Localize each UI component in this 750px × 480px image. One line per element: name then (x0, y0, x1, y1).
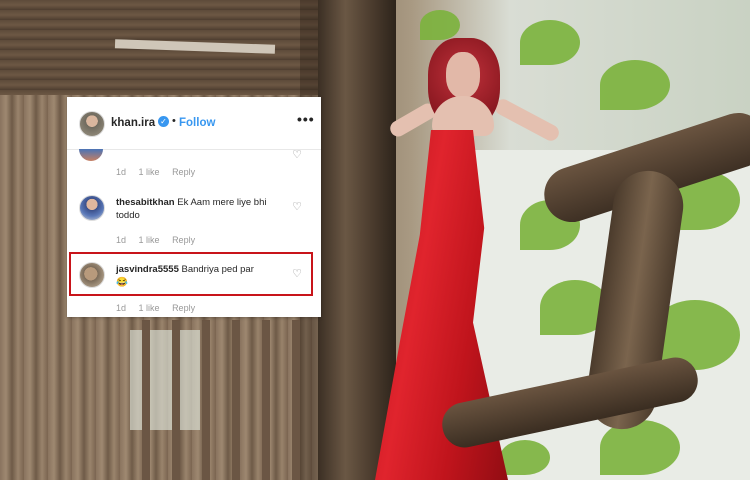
hut-railing (120, 320, 320, 480)
leaf (600, 420, 680, 475)
comment-time: 1d (116, 235, 127, 245)
comment-meta: 1d 1 like Reply (116, 303, 205, 313)
heart-icon[interactable]: ♡ (291, 268, 303, 280)
laughing-emoji: 😂 (116, 277, 128, 288)
comment-text: Bandriya ped par (181, 264, 254, 275)
comment-likes[interactable]: 1 like (139, 167, 160, 177)
reply-button[interactable]: Reply (172, 303, 195, 313)
comment-likes[interactable]: 1 like (139, 235, 160, 245)
reply-button[interactable]: Reply (172, 235, 195, 245)
comment-likes[interactable]: 1 like (139, 303, 160, 313)
follow-button[interactable]: Follow (179, 117, 215, 129)
woman-arm (492, 96, 562, 144)
heart-icon[interactable]: ♡ (291, 201, 303, 213)
leaf (520, 20, 580, 65)
more-options-icon[interactable]: ••• (297, 111, 315, 127)
leaf (600, 60, 670, 110)
heart-icon[interactable]: ♡ (291, 149, 303, 161)
reply-button[interactable]: Reply (172, 167, 195, 177)
comment-username[interactable]: jasvindra5555 (116, 264, 179, 275)
avatar[interactable] (79, 111, 105, 137)
comment-username[interactable]: thesabitkhan (116, 197, 175, 208)
leaf (500, 440, 550, 475)
avatar[interactable] (79, 195, 105, 221)
avatar[interactable] (79, 149, 103, 161)
instagram-comment-card: khan.ira ✓ • Follow ••• ♡ 1d 1 like Repl… (67, 97, 321, 317)
separator-dot: • (172, 115, 176, 127)
post-username[interactable]: khan.ira (111, 117, 155, 129)
comment-time: 1d (116, 167, 127, 177)
post-header: khan.ira ✓ • Follow ••• (67, 97, 321, 150)
comment-body: thesabitkhan Ek Aam mere liye bhi toddo (116, 196, 286, 222)
avatar[interactable] (79, 262, 105, 288)
comment-meta: 1d 1 like Reply (116, 167, 205, 177)
comment-body: jasvindra5555 Bandriya ped par 😂 (116, 263, 286, 289)
tree-trunk (318, 0, 396, 480)
leaf (420, 10, 460, 40)
woman-face (446, 52, 480, 98)
comment-meta: 1d 1 like Reply (116, 235, 205, 245)
comment-time: 1d (116, 303, 127, 313)
verified-badge-icon: ✓ (158, 116, 169, 127)
